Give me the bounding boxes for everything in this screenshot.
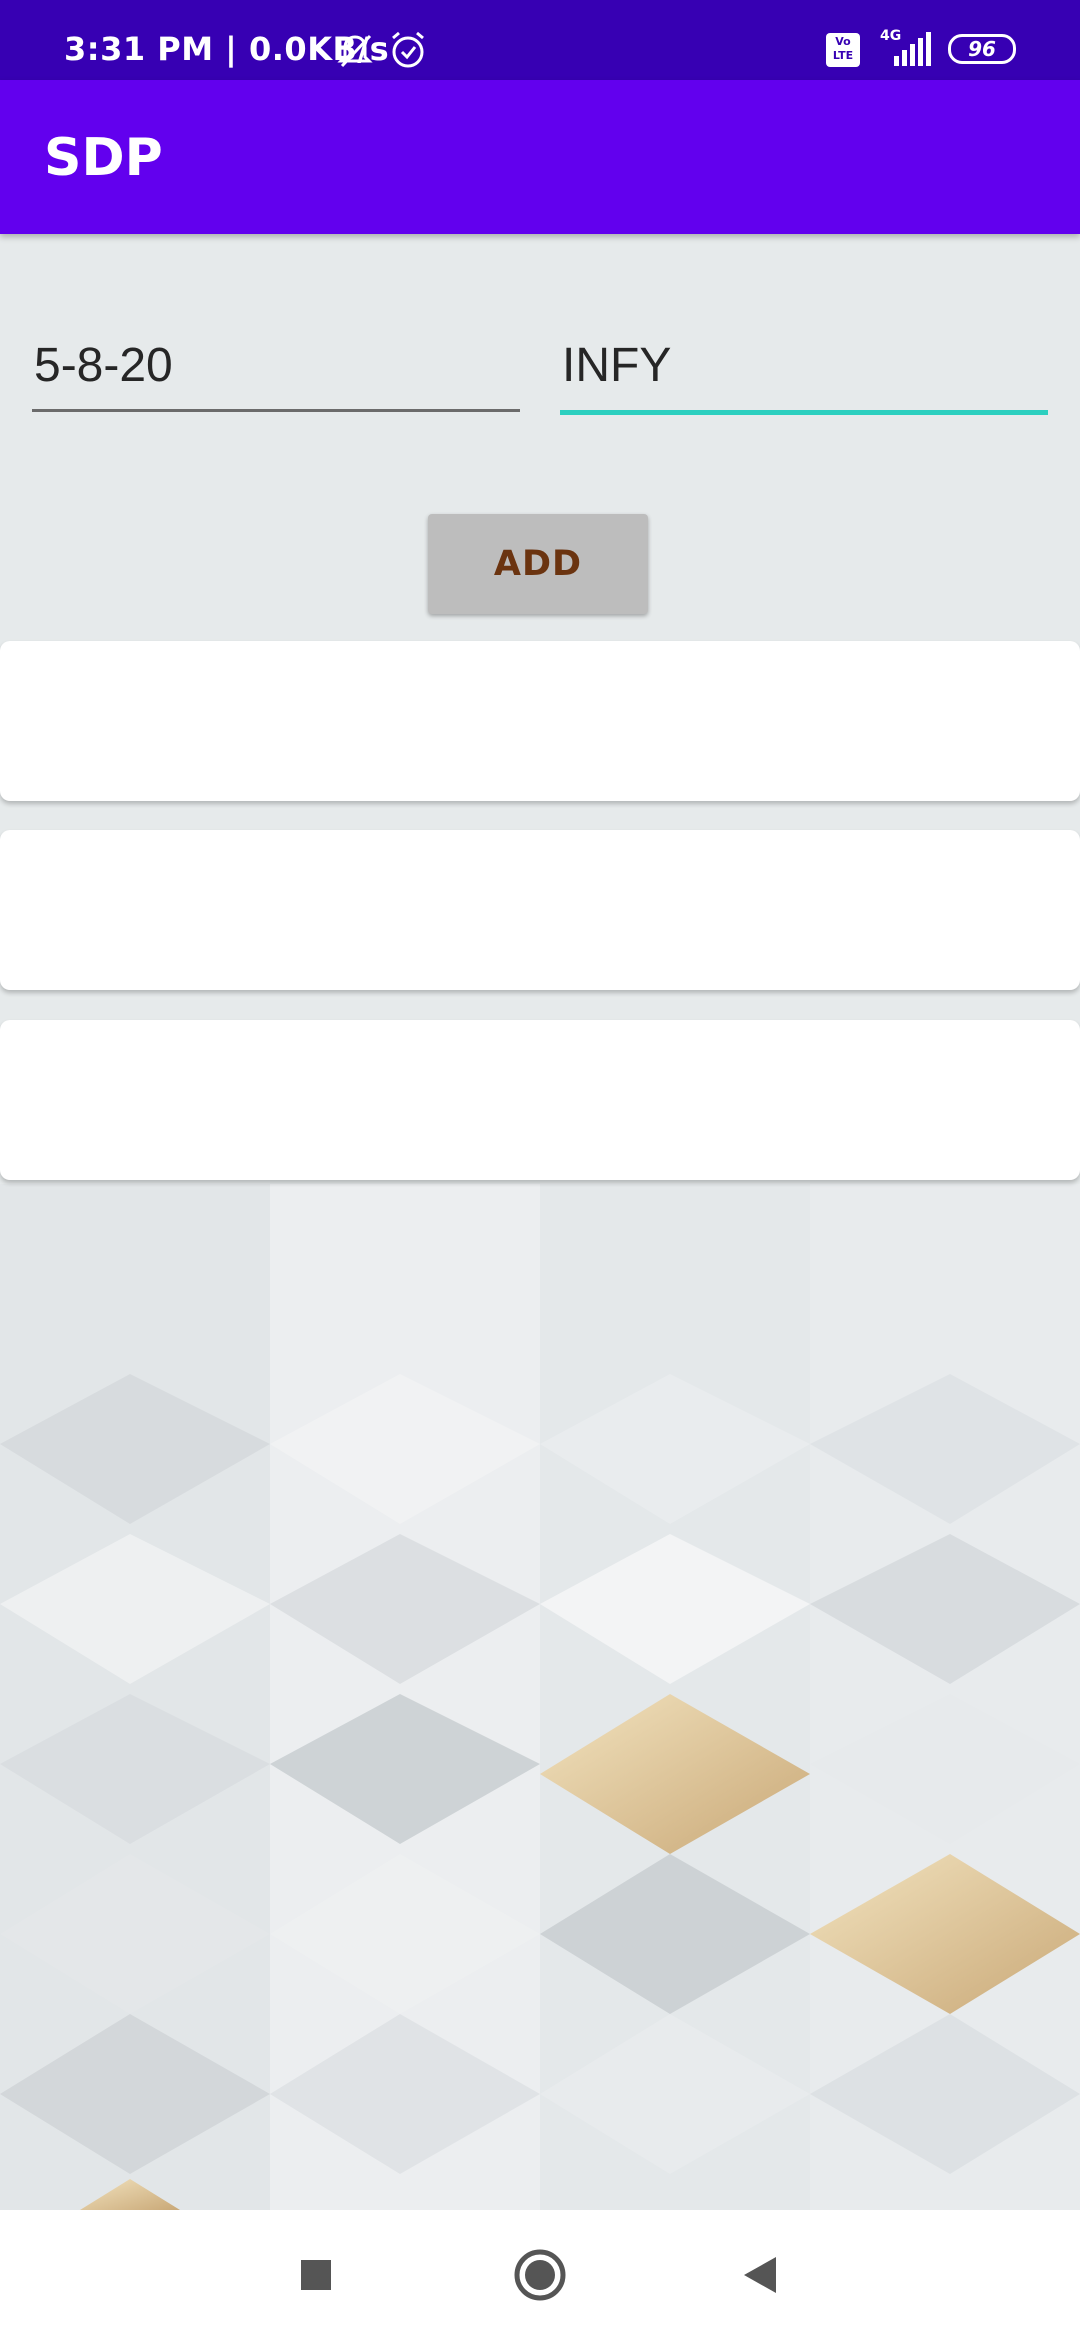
battery-level: 96 xyxy=(968,37,996,61)
date-input[interactable]: 5-8-20 xyxy=(32,322,520,412)
navigation-bar xyxy=(0,2210,1080,2340)
list-item-card[interactable] xyxy=(0,641,1080,801)
triangle-back-icon[interactable] xyxy=(730,2243,794,2307)
volte-label: Vo LTE xyxy=(832,35,854,62)
symbol-underline xyxy=(560,410,1048,415)
signal-icon xyxy=(894,32,931,66)
symbol-value: INFY xyxy=(562,339,672,392)
app-bar: SDP xyxy=(0,80,1080,234)
app-screen: 3:31 PM | 0.0KB/s Vo LTE 4G 96 SDP 5-8-2… xyxy=(0,0,1080,2340)
battery-icon: 96 xyxy=(948,34,1016,64)
bell-off-icon xyxy=(337,34,373,68)
list-item-card[interactable] xyxy=(0,830,1080,990)
alarm-icon xyxy=(392,31,424,68)
date-underline xyxy=(32,409,520,412)
symbol-input[interactable]: INFY xyxy=(560,322,1048,415)
list-item-card[interactable] xyxy=(0,1020,1080,1180)
status-bar: 3:31 PM | 0.0KB/s Vo LTE 4G 96 xyxy=(0,0,1080,80)
square-icon[interactable] xyxy=(284,2243,348,2307)
volte-badge: Vo LTE xyxy=(826,33,860,67)
add-button[interactable]: ADD xyxy=(428,514,648,614)
circle-icon[interactable] xyxy=(508,2243,572,2307)
app-title: SDP xyxy=(44,128,163,188)
date-value: 5-8-20 xyxy=(34,339,173,392)
